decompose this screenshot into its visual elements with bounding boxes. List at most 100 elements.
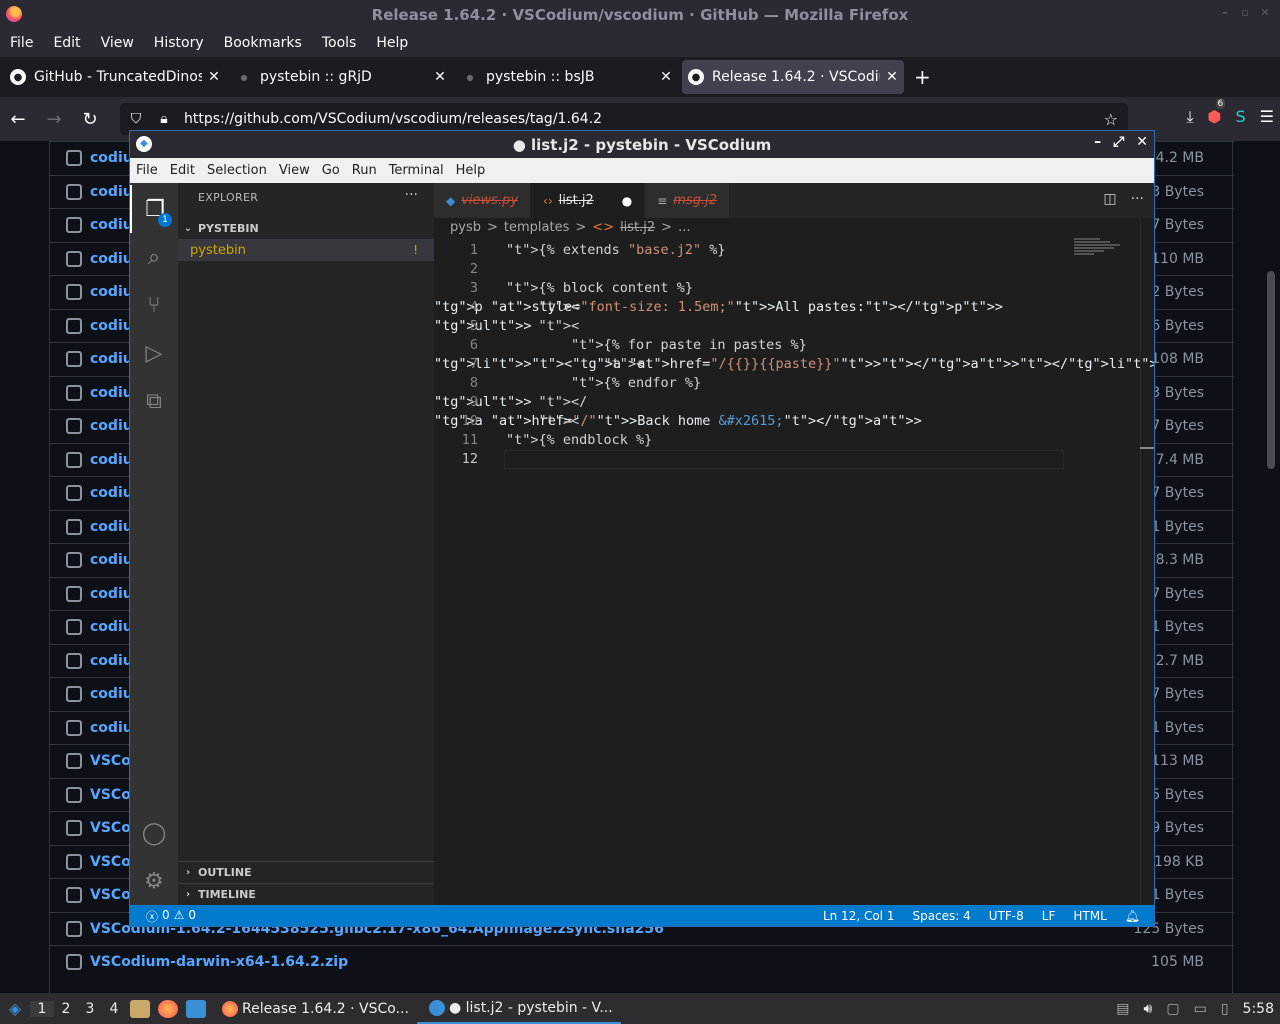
menu-help[interactable]: Help: [366, 35, 418, 51]
code-line[interactable]: 1 "t">{% extends "base.j2" %}: [434, 241, 1154, 260]
menu-edit[interactable]: Edit: [164, 163, 201, 178]
code-line[interactable]: 4 "t">< "tg">p "at">style="font-size: 1.5…: [434, 298, 1154, 317]
code-line[interactable]: 2: [434, 260, 1154, 279]
timeline-section[interactable]: › TIMELINE: [178, 883, 434, 905]
unsaved-dot-icon[interactable]: ●: [622, 194, 632, 208]
asset-name-link[interactable]: VSCo: [90, 887, 131, 903]
menu-help[interactable]: Help: [450, 163, 492, 178]
menu-bookmarks[interactable]: Bookmarks: [214, 35, 312, 51]
asset-name-link[interactable]: codiu: [90, 653, 133, 669]
encoding[interactable]: UTF-8: [989, 909, 1024, 923]
close-icon[interactable]: ✕: [1258, 6, 1272, 20]
workspace-3[interactable]: 3: [78, 1001, 102, 1017]
asset-name-link[interactable]: codiu: [90, 284, 133, 300]
run-debug-icon[interactable]: ▷: [130, 329, 178, 377]
back-icon[interactable]: ←: [0, 109, 36, 130]
clock[interactable]: 5:58: [1243, 1001, 1274, 1017]
tab-close-icon[interactable]: ✕: [202, 69, 226, 85]
code-line[interactable]: 12: [434, 450, 1154, 469]
extensions-icon[interactable]: ⧉: [130, 377, 178, 425]
maximize-icon[interactable]: ▫: [1238, 6, 1252, 20]
breadcrumb-item[interactable]: ...: [678, 220, 690, 235]
asset-name-link[interactable]: VSCo: [90, 820, 131, 836]
asset-name-link[interactable]: codiu: [90, 552, 133, 568]
menu-go[interactable]: Go: [316, 163, 346, 178]
new-tab-icon[interactable]: +: [914, 65, 931, 89]
menu-edit[interactable]: Edit: [43, 35, 90, 51]
asset-name-link[interactable]: VSCodium-darwin-x64-1.64.2.zip: [90, 954, 348, 970]
code-line[interactable]: 9 "t"></"tg">ul"t">>: [434, 393, 1154, 412]
asset-name-link[interactable]: codiu: [90, 217, 133, 233]
editor-tab-list[interactable]: ‹› list.j2 ●: [531, 183, 646, 218]
code-line[interactable]: 7 "t">< "tg">li"t">>"t"><"tg">a "at">href…: [434, 355, 1154, 374]
asset-name-link[interactable]: codiu: [90, 418, 133, 434]
workspace-section[interactable]: ⌄ PYSTEBIN: [178, 217, 434, 239]
asset-name-link[interactable]: VSCo: [90, 753, 131, 769]
page-scrollbar[interactable]: [1267, 271, 1275, 469]
asset-name-link[interactable]: codiu: [90, 452, 133, 468]
desktop-icon[interactable]: [186, 999, 206, 1018]
menu-file[interactable]: File: [130, 163, 164, 178]
asset-name-link[interactable]: codiu: [90, 318, 133, 334]
url-text[interactable]: https://github.com/VSCodium/vscodium/rel…: [184, 111, 602, 127]
asset-name-link[interactable]: codiu: [90, 519, 133, 535]
minimize-icon[interactable]: –: [1218, 6, 1232, 20]
task-vscodium[interactable]: ● list.j2 - pystebin - V...: [416, 993, 621, 1024]
minimize-icon[interactable]: –: [1094, 134, 1101, 150]
more-actions-icon[interactable]: ···: [405, 187, 418, 203]
asset-name-link[interactable]: codiu: [90, 586, 133, 602]
clipboard-icon[interactable]: ▤: [1116, 1001, 1129, 1017]
account-icon[interactable]: ◯: [130, 809, 178, 857]
cursor-position[interactable]: Ln 12, Col 1: [823, 909, 895, 923]
breadcrumb-item[interactable]: templates: [504, 220, 569, 235]
battery-icon[interactable]: ▯: [1221, 1001, 1229, 1017]
editor-tab-views[interactable]: ◆ views.py: [434, 183, 532, 218]
source-control-icon[interactable]: ⑂: [130, 281, 178, 329]
menu-tools[interactable]: Tools: [312, 35, 367, 51]
breadcrumb-item[interactable]: pysb: [450, 220, 481, 235]
asset-name-link[interactable]: VSCo: [90, 787, 131, 803]
more-actions-icon[interactable]: ···: [1131, 191, 1144, 207]
asset-name-link[interactable]: codiu: [90, 385, 133, 401]
asset-name-link[interactable]: VSCo: [90, 854, 131, 870]
browser-tab[interactable]: ● pystebin :: bsJB ✕: [456, 60, 678, 94]
menu-view[interactable]: View: [91, 35, 144, 51]
code-line[interactable]: 5 "t">< "tg">ul"t">>: [434, 317, 1154, 336]
asset-name-link[interactable]: codiu: [90, 351, 133, 367]
code-line[interactable]: 3 "t">{% block content %}: [434, 279, 1154, 298]
menu-terminal[interactable]: Terminal: [383, 163, 450, 178]
notifications-bell-icon[interactable]: 🔔︎: [1125, 909, 1140, 923]
menu-selection[interactable]: Selection: [201, 163, 273, 178]
tab-close-icon[interactable]: ✕: [428, 69, 452, 85]
firefox-icon[interactable]: [158, 999, 178, 1018]
menu-view[interactable]: View: [273, 163, 316, 178]
stylus-icon[interactable]: S: [1236, 107, 1246, 127]
close-icon[interactable]: ✕: [1136, 134, 1148, 150]
folder-item[interactable]: pystebin !: [178, 239, 434, 261]
asset-name-link[interactable]: codiu: [90, 619, 133, 635]
hamburger-menu-icon[interactable]: ☰: [1260, 107, 1274, 127]
notes-icon[interactable]: ▢: [1166, 1001, 1179, 1017]
menu-run[interactable]: Run: [346, 163, 383, 178]
indentation[interactable]: Spaces: 4: [912, 909, 970, 923]
workspace-4[interactable]: 4: [102, 1001, 126, 1017]
asset-name-link[interactable]: codiu: [90, 686, 133, 702]
problems-indicator[interactable]: ⓧ 0 ⚠ 0: [146, 908, 196, 925]
asset-name-link[interactable]: codiu: [90, 184, 133, 200]
end-of-line[interactable]: LF: [1042, 909, 1056, 923]
volume-icon[interactable]: 🔊︎: [1144, 1001, 1153, 1017]
tab-close-icon[interactable]: ✕: [880, 69, 904, 85]
bookmark-star-icon[interactable]: ☆: [1104, 110, 1118, 129]
code-line[interactable]: 8 "t">{% endfor %}: [434, 374, 1154, 393]
settings-gear-icon[interactable]: ⚙: [130, 857, 178, 905]
download-icon[interactable]: ⤓: [1186, 107, 1193, 127]
task-firefox[interactable]: Release 1.64.2 · VSCo...: [210, 993, 417, 1024]
menu-history[interactable]: History: [144, 35, 214, 51]
workspace-1[interactable]: 1: [30, 1000, 54, 1017]
code-line[interactable]: 10 "t">< "tg">a "at">href="/""t">>Back ho…: [434, 412, 1154, 431]
workspace-2[interactable]: 2: [54, 1001, 78, 1017]
start-menu-icon[interactable]: ◈: [0, 999, 30, 1018]
explorer-icon[interactable]: ❐ 1: [130, 185, 178, 233]
file-manager-icon[interactable]: [130, 999, 150, 1018]
outline-section[interactable]: › OUTLINE: [178, 861, 434, 883]
